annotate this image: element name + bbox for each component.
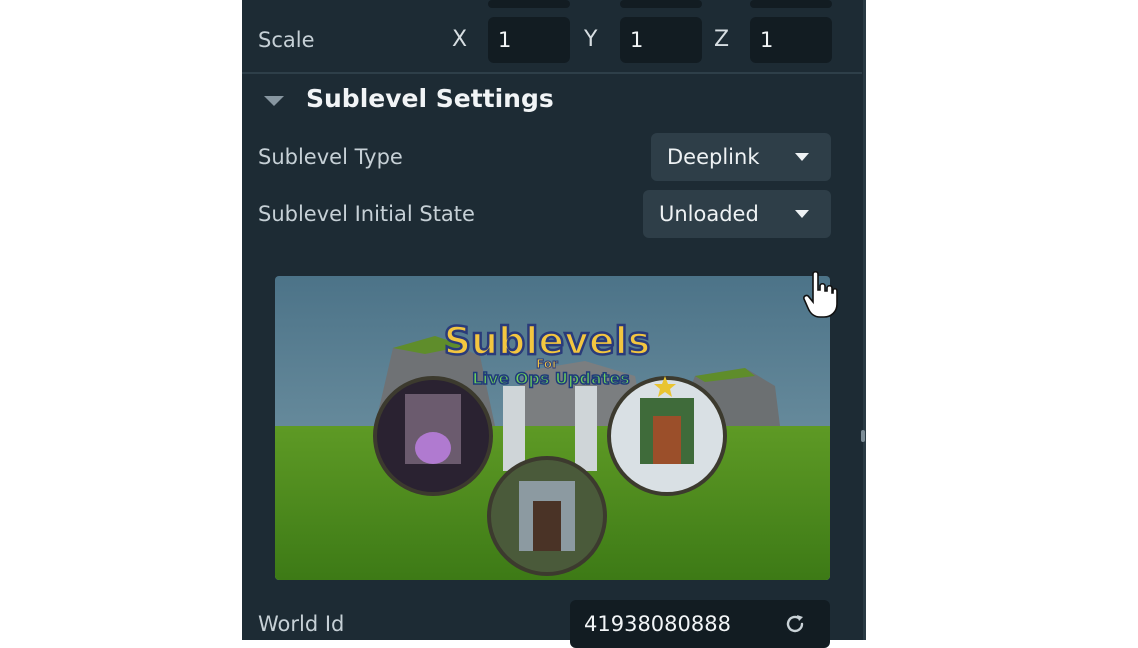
scale-x-field[interactable]: 1 — [488, 17, 570, 63]
caret-down-icon — [795, 153, 809, 161]
refresh-icon[interactable] — [784, 613, 806, 635]
triangle-down-icon[interactable] — [264, 96, 284, 106]
sublevel-type-dropdown[interactable]: Deeplink — [651, 133, 831, 181]
scale-z-field[interactable]: 1 — [750, 17, 832, 63]
section-title[interactable]: Sublevel Settings — [306, 84, 554, 113]
world-id-value: 41938080888 — [584, 612, 731, 636]
hand-pointer-icon — [803, 270, 838, 318]
sublevel-thumbnail[interactable]: Sublevels For Live Ops Updates — [275, 276, 830, 580]
sublevel-type-label: Sublevel Type — [258, 145, 403, 169]
thumbnail-scene: Sublevels For Live Ops Updates — [275, 276, 830, 580]
sublevel-initial-state-value: Unloaded — [659, 202, 759, 226]
world-id-label: World Id — [258, 612, 345, 636]
position-field-x[interactable] — [488, 0, 570, 8]
position-field-y[interactable] — [620, 0, 702, 8]
sublevel-type-value: Deeplink — [667, 145, 760, 169]
sublevel-initial-state-label: Sublevel Initial State — [258, 202, 475, 226]
scale-x-axis-label: X — [452, 27, 468, 52]
scrollbar-thumb[interactable] — [861, 430, 865, 442]
scale-y-axis-label: Y — [584, 27, 598, 52]
scale-y-field[interactable]: 1 — [620, 17, 702, 63]
thumbnail-title-sub: Live Ops Updates — [472, 369, 629, 388]
section-divider — [242, 72, 862, 74]
world-id-field[interactable]: 41938080888 — [570, 600, 830, 648]
panel-edge — [863, 0, 866, 640]
sublevel-initial-state-dropdown[interactable]: Unloaded — [643, 190, 831, 238]
scale-z-axis-label: Z — [714, 27, 730, 52]
scale-label: Scale — [258, 28, 315, 52]
position-field-z[interactable] — [750, 0, 832, 8]
caret-down-icon — [795, 210, 809, 218]
